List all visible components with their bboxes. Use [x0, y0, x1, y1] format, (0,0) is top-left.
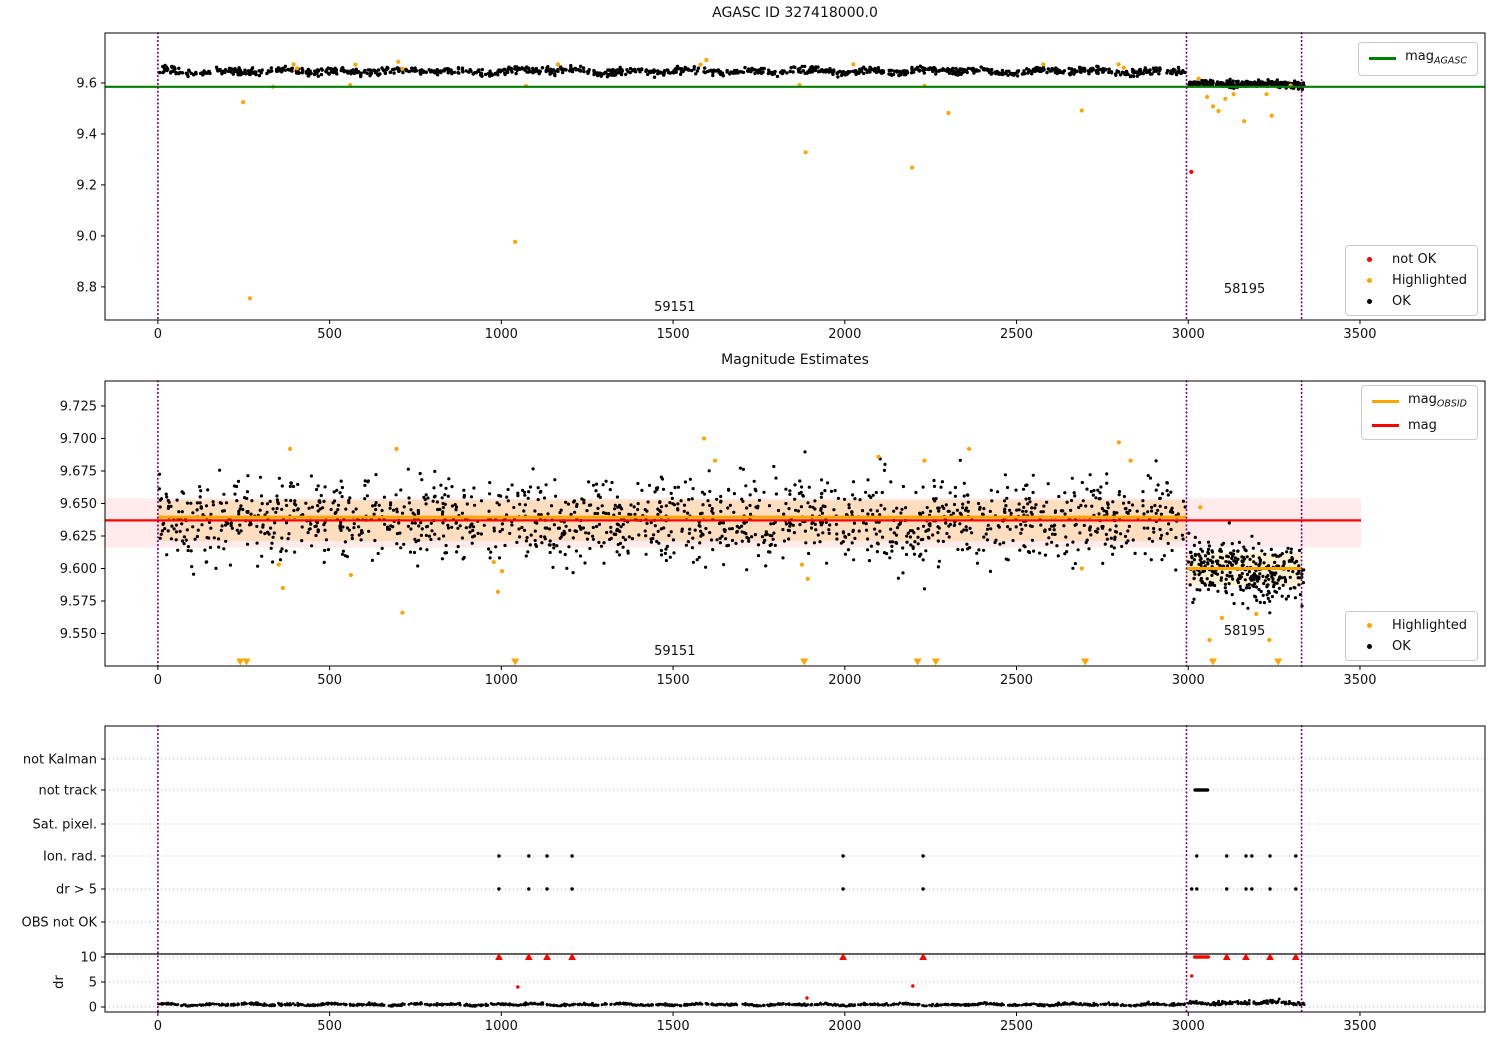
plot2-legend-markers: Highlighted OK [1345, 611, 1478, 661]
flag-row-label: Sat. pixel. [33, 818, 97, 833]
y-tick-label: 9.6 [76, 76, 97, 91]
y-tick-label: 9.0 [76, 229, 97, 244]
x-tick-label: 0 [154, 327, 162, 342]
x-tick-label: 3500 [1343, 673, 1376, 688]
y-tick-label: 9.675 [60, 464, 97, 479]
x-tick-label: 500 [317, 673, 342, 688]
black-dot-sample-icon [1356, 644, 1383, 649]
legend-entry: Highlighted [1356, 272, 1467, 289]
x-tick-label: 0 [154, 1019, 162, 1034]
x-tick-label: 2000 [828, 673, 861, 688]
x-tick-label: 1000 [485, 673, 518, 688]
y-tick-label: 9.4 [76, 127, 97, 142]
legend-entry: mag [1371, 417, 1467, 434]
x-tick-label: 2000 [828, 327, 861, 342]
legend-entry: Highlighted [1356, 617, 1467, 634]
flag-row-points [1193, 788, 1210, 792]
plot1-legend-mag-agasc: magAGASC [1358, 42, 1478, 76]
red-dot-sample-icon [1356, 257, 1383, 262]
axes-frame [104, 32, 1486, 321]
subplot-2: not Kalman not track Sat. pixel. Ion. rad. d… [22, 725, 1486, 1034]
subplot-1: 9.725 9.700 9.675 9.650 9.625 9.600 9.575 9.550… [60, 380, 1486, 688]
legend-entry: magOBSID [1371, 391, 1467, 413]
legend-label: magAGASC [1405, 49, 1467, 67]
legend-label: OK [1392, 294, 1411, 309]
x-tick-label: 3500 [1343, 1019, 1376, 1034]
x-tick-label: 3000 [1172, 673, 1205, 688]
series-not-ok [1189, 169, 1194, 174]
x-tick-label: 1500 [657, 1019, 690, 1034]
x-tick-label: 3000 [1172, 327, 1205, 342]
y-tick-label: 9.625 [60, 529, 97, 544]
obsid-annotation: 58195 [1224, 282, 1265, 297]
x-tick-label: 1500 [657, 327, 690, 342]
legend-label: Highlighted [1392, 618, 1467, 633]
orange-dot-sample-icon [1356, 623, 1383, 628]
y-tick-label: 9.2 [76, 178, 97, 193]
legend-label: magOBSID [1407, 392, 1467, 410]
legend-label: OK [1392, 639, 1411, 654]
x-tick-label: 500 [317, 1019, 342, 1034]
y-tick-label: 8.8 [76, 280, 97, 295]
orange-dot-sample-icon [1356, 278, 1383, 283]
y-tick-label: 9.650 [60, 497, 97, 512]
orange-line-sample-icon [1371, 400, 1399, 404]
plot2-title: Magnitude Estimates [721, 352, 869, 368]
flag-row-label: OBS not OK [22, 916, 98, 931]
y-tick-label: 9.550 [60, 627, 97, 642]
legend-entry: OK [1356, 293, 1467, 310]
legend-entry: not OK [1356, 251, 1467, 268]
obsid-boundary-vlines [156, 725, 1303, 1013]
plot2-legend-lines: magOBSID mag [1360, 385, 1478, 440]
flag-row-label: dr > 5 [56, 883, 97, 898]
obsid-annotation: 58195 [1224, 624, 1265, 639]
y-tick-label: 9.725 [60, 399, 97, 414]
dr-tick-label: 5 [89, 976, 97, 991]
green-line-sample-icon [1369, 57, 1397, 61]
legend-entry: magAGASC [1369, 48, 1467, 70]
x-tick-label: 500 [317, 327, 342, 342]
dr-tick-label: 10 [80, 951, 97, 966]
x-tick-label: 3500 [1343, 327, 1376, 342]
y-tick-label: 9.600 [60, 562, 97, 577]
dr-trace [157, 997, 1306, 1008]
y-tick-label: 9.575 [60, 594, 97, 609]
x-tick-label: 1000 [485, 1019, 518, 1034]
x-tick-label: 1500 [657, 673, 690, 688]
x-tick-label: 2500 [1000, 327, 1033, 342]
x-tick-label: 0 [154, 673, 162, 688]
legend-entry: OK [1356, 638, 1467, 655]
red-line-sample-icon [1371, 423, 1399, 427]
legend-label: mag [1407, 417, 1437, 433]
x-tick-label: 3000 [1172, 1019, 1205, 1034]
series-highlighted [241, 57, 1293, 301]
flag-row-label: not Kalman [23, 753, 97, 768]
x-tick-label: 1000 [485, 327, 518, 342]
plot1-title: AGASC ID 327418000.0 [712, 5, 878, 21]
subplot-0: 9.6 9.4 9.2 9.0 8.8 59151 58195 0 500 1000 1500 200… [76, 32, 1486, 342]
flag-row-label: not track [38, 784, 97, 799]
dr-axis-label: dr [52, 975, 67, 989]
y-tick-label: 9.700 [60, 432, 97, 447]
legend-label: not OK [1392, 252, 1437, 267]
obsid-annotation: 59151 [654, 644, 695, 659]
black-dot-sample-icon [1356, 299, 1383, 304]
obsid-annotation: 59151 [654, 300, 695, 315]
axes-frame [104, 725, 1486, 1013]
plot1-legend-markers: not OK Highlighted OK [1345, 245, 1478, 316]
x-tick-label: 2500 [1000, 1019, 1033, 1034]
figure: 9.6 9.4 9.2 9.0 8.8 59151 58195 0 500 1000 1500 200… [0, 0, 1500, 1050]
clipped-low-markers [236, 658, 1283, 666]
dr-red-points [495, 953, 1300, 1000]
dr-tick-label: 0 [89, 1001, 97, 1016]
flag-row-label: Ion. rad. [43, 850, 97, 865]
x-tick-label: 2000 [828, 1019, 861, 1034]
charts-canvas: 9.69.49.29.08.859151581950 500 1000 1500 200… [22, 32, 1486, 1034]
legend-label: Highlighted [1392, 273, 1467, 288]
x-tick-label: 2500 [1000, 673, 1033, 688]
